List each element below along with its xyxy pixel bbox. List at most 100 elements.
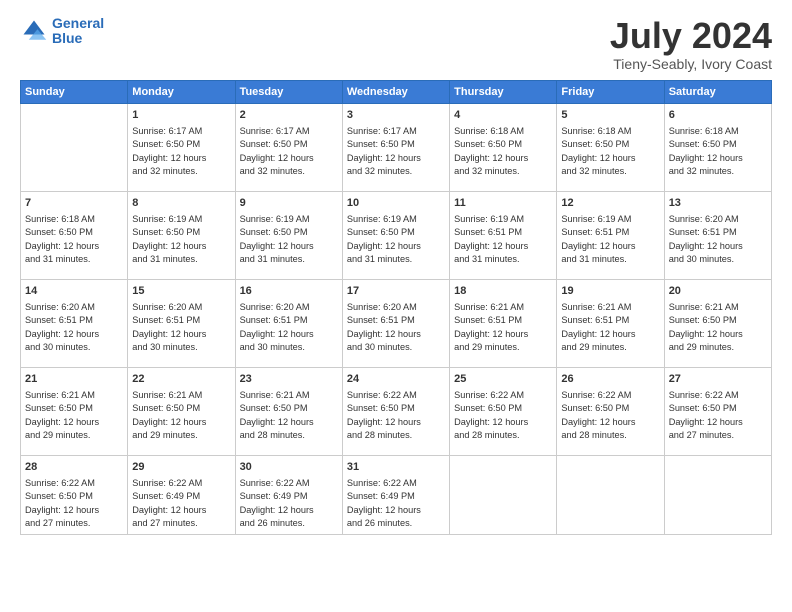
day-number: 23 xyxy=(240,372,338,387)
day-info: Sunrise: 6:21 AM Sunset: 6:50 PM Dayligh… xyxy=(240,389,338,442)
title-block: July 2024 Tieny-Seably, Ivory Coast xyxy=(610,16,772,72)
day-number: 4 xyxy=(454,108,552,123)
calendar-cell: 6 Sunrise: 6:18 AM Sunset: 6:50 PM Daylig… xyxy=(664,103,771,191)
day-info: Sunrise: 6:19 AM Sunset: 6:50 PM Dayligh… xyxy=(347,213,445,266)
day-info: Sunrise: 6:17 AM Sunset: 6:50 PM Dayligh… xyxy=(240,125,338,178)
day-info: Sunrise: 6:22 AM Sunset: 6:49 PM Dayligh… xyxy=(347,477,445,530)
day-info: Sunrise: 6:19 AM Sunset: 6:51 PM Dayligh… xyxy=(561,213,659,266)
day-number: 1 xyxy=(132,108,230,123)
day-info: Sunrise: 6:19 AM Sunset: 6:51 PM Dayligh… xyxy=(454,213,552,266)
day-info: Sunrise: 6:20 AM Sunset: 6:51 PM Dayligh… xyxy=(132,301,230,354)
logo-icon xyxy=(20,17,48,45)
day-info: Sunrise: 6:22 AM Sunset: 6:50 PM Dayligh… xyxy=(25,477,123,530)
calendar-cell: 26 Sunrise: 6:22 AM Sunset: 6:50 PM Dayli… xyxy=(557,367,664,455)
day-number: 8 xyxy=(132,196,230,211)
calendar-cell: 18 Sunrise: 6:21 AM Sunset: 6:51 PM Dayli… xyxy=(450,279,557,367)
calendar-cell: 22 Sunrise: 6:21 AM Sunset: 6:50 PM Dayli… xyxy=(128,367,235,455)
calendar-row: 21 Sunrise: 6:21 AM Sunset: 6:50 PM Dayli… xyxy=(21,367,772,455)
day-number: 15 xyxy=(132,284,230,299)
day-number: 21 xyxy=(25,372,123,387)
main-title: July 2024 xyxy=(610,16,772,56)
calendar-cell: 9Sunrise: 6:19 AM Sunset: 6:50 PM Daylig… xyxy=(235,191,342,279)
header: General Blue July 2024 Tieny-Seably, Ivo… xyxy=(20,16,772,72)
day-info: Sunrise: 6:18 AM Sunset: 6:50 PM Dayligh… xyxy=(454,125,552,178)
day-info: Sunrise: 6:20 AM Sunset: 6:51 PM Dayligh… xyxy=(347,301,445,354)
day-number: 31 xyxy=(347,460,445,475)
day-info: Sunrise: 6:22 AM Sunset: 6:50 PM Dayligh… xyxy=(669,389,767,442)
weekday-header: Thursday xyxy=(450,80,557,103)
day-number: 19 xyxy=(561,284,659,299)
weekday-header: Sunday xyxy=(21,80,128,103)
calendar-row: 14 Sunrise: 6:20 AM Sunset: 6:51 PM Dayli… xyxy=(21,279,772,367)
calendar-cell xyxy=(21,103,128,191)
calendar-cell: 21 Sunrise: 6:21 AM Sunset: 6:50 PM Dayli… xyxy=(21,367,128,455)
calendar-cell: 13 Sunrise: 6:20 AM Sunset: 6:51 PM Dayli… xyxy=(664,191,771,279)
day-number: 16 xyxy=(240,284,338,299)
page: General Blue July 2024 Tieny-Seably, Ivo… xyxy=(0,0,792,612)
header-row: SundayMondayTuesdayWednesdayThursdayFrid… xyxy=(21,80,772,103)
day-number: 10 xyxy=(347,196,445,211)
day-number: 22 xyxy=(132,372,230,387)
calendar-row: 28 Sunrise: 6:22 AM Sunset: 6:50 PM Dayli… xyxy=(21,455,772,535)
day-number: 13 xyxy=(669,196,767,211)
day-number: 25 xyxy=(454,372,552,387)
calendar-cell xyxy=(664,455,771,535)
weekday-header: Wednesday xyxy=(342,80,449,103)
day-info: Sunrise: 6:18 AM Sunset: 6:50 PM Dayligh… xyxy=(561,125,659,178)
calendar-cell: 27Sunrise: 6:22 AM Sunset: 6:50 PM Dayli… xyxy=(664,367,771,455)
logo: General Blue xyxy=(20,16,104,47)
day-number: 29 xyxy=(132,460,230,475)
day-number: 24 xyxy=(347,372,445,387)
subtitle: Tieny-Seably, Ivory Coast xyxy=(610,56,772,72)
day-info: Sunrise: 6:17 AM Sunset: 6:50 PM Dayligh… xyxy=(132,125,230,178)
day-number: 28 xyxy=(25,460,123,475)
calendar-cell: 19 Sunrise: 6:21 AM Sunset: 6:51 PM Dayli… xyxy=(557,279,664,367)
day-number: 11 xyxy=(454,196,552,211)
day-info: Sunrise: 6:20 AM Sunset: 6:51 PM Dayligh… xyxy=(669,213,767,266)
day-info: Sunrise: 6:22 AM Sunset: 6:50 PM Dayligh… xyxy=(347,389,445,442)
calendar-cell: 14 Sunrise: 6:20 AM Sunset: 6:51 PM Dayli… xyxy=(21,279,128,367)
day-number: 6 xyxy=(669,108,767,123)
calendar-cell: 25 Sunrise: 6:22 AM Sunset: 6:50 PM Dayli… xyxy=(450,367,557,455)
day-info: Sunrise: 6:20 AM Sunset: 6:51 PM Dayligh… xyxy=(25,301,123,354)
calendar-cell: 23 Sunrise: 6:21 AM Sunset: 6:50 PM Dayli… xyxy=(235,367,342,455)
weekday-header: Monday xyxy=(128,80,235,103)
calendar-cell: 16Sunrise: 6:20 AM Sunset: 6:51 PM Dayli… xyxy=(235,279,342,367)
day-number: 14 xyxy=(25,284,123,299)
day-info: Sunrise: 6:22 AM Sunset: 6:49 PM Dayligh… xyxy=(240,477,338,530)
day-number: 26 xyxy=(561,372,659,387)
calendar-table: SundayMondayTuesdayWednesdayThursdayFrid… xyxy=(20,80,772,536)
calendar-cell: 15 Sunrise: 6:20 AM Sunset: 6:51 PM Dayli… xyxy=(128,279,235,367)
calendar-cell: 8Sunrise: 6:19 AM Sunset: 6:50 PM Daylig… xyxy=(128,191,235,279)
day-info: Sunrise: 6:21 AM Sunset: 6:50 PM Dayligh… xyxy=(669,301,767,354)
calendar-cell: 31 Sunrise: 6:22 AM Sunset: 6:49 PM Dayli… xyxy=(342,455,449,535)
calendar-cell: 1 Sunrise: 6:17 AM Sunset: 6:50 PM Daylig… xyxy=(128,103,235,191)
day-number: 2 xyxy=(240,108,338,123)
calendar-cell: 30 Sunrise: 6:22 AM Sunset: 6:49 PM Dayli… xyxy=(235,455,342,535)
day-info: Sunrise: 6:22 AM Sunset: 6:50 PM Dayligh… xyxy=(561,389,659,442)
calendar-cell: 5Sunrise: 6:18 AM Sunset: 6:50 PM Daylig… xyxy=(557,103,664,191)
day-number: 30 xyxy=(240,460,338,475)
calendar-cell: 12Sunrise: 6:19 AM Sunset: 6:51 PM Dayli… xyxy=(557,191,664,279)
day-number: 20 xyxy=(669,284,767,299)
day-info: Sunrise: 6:18 AM Sunset: 6:50 PM Dayligh… xyxy=(669,125,767,178)
calendar-cell: 29 Sunrise: 6:22 AM Sunset: 6:49 PM Dayli… xyxy=(128,455,235,535)
calendar-cell: 10 Sunrise: 6:19 AM Sunset: 6:50 PM Dayli… xyxy=(342,191,449,279)
calendar-cell: 11 Sunrise: 6:19 AM Sunset: 6:51 PM Dayli… xyxy=(450,191,557,279)
weekday-header: Saturday xyxy=(664,80,771,103)
weekday-header: Tuesday xyxy=(235,80,342,103)
day-number: 18 xyxy=(454,284,552,299)
day-number: 7 xyxy=(25,196,123,211)
day-info: Sunrise: 6:21 AM Sunset: 6:51 PM Dayligh… xyxy=(561,301,659,354)
calendar-cell: 28 Sunrise: 6:22 AM Sunset: 6:50 PM Dayli… xyxy=(21,455,128,535)
day-info: Sunrise: 6:21 AM Sunset: 6:50 PM Dayligh… xyxy=(132,389,230,442)
day-info: Sunrise: 6:22 AM Sunset: 6:49 PM Dayligh… xyxy=(132,477,230,530)
day-info: Sunrise: 6:19 AM Sunset: 6:50 PM Dayligh… xyxy=(240,213,338,266)
day-info: Sunrise: 6:22 AM Sunset: 6:50 PM Dayligh… xyxy=(454,389,552,442)
day-info: Sunrise: 6:21 AM Sunset: 6:51 PM Dayligh… xyxy=(454,301,552,354)
calendar-cell: 17 Sunrise: 6:20 AM Sunset: 6:51 PM Dayli… xyxy=(342,279,449,367)
day-info: Sunrise: 6:21 AM Sunset: 6:50 PM Dayligh… xyxy=(25,389,123,442)
calendar-cell: 3Sunrise: 6:17 AM Sunset: 6:50 PM Daylig… xyxy=(342,103,449,191)
calendar-cell: 7Sunrise: 6:18 AM Sunset: 6:50 PM Daylig… xyxy=(21,191,128,279)
day-number: 17 xyxy=(347,284,445,299)
